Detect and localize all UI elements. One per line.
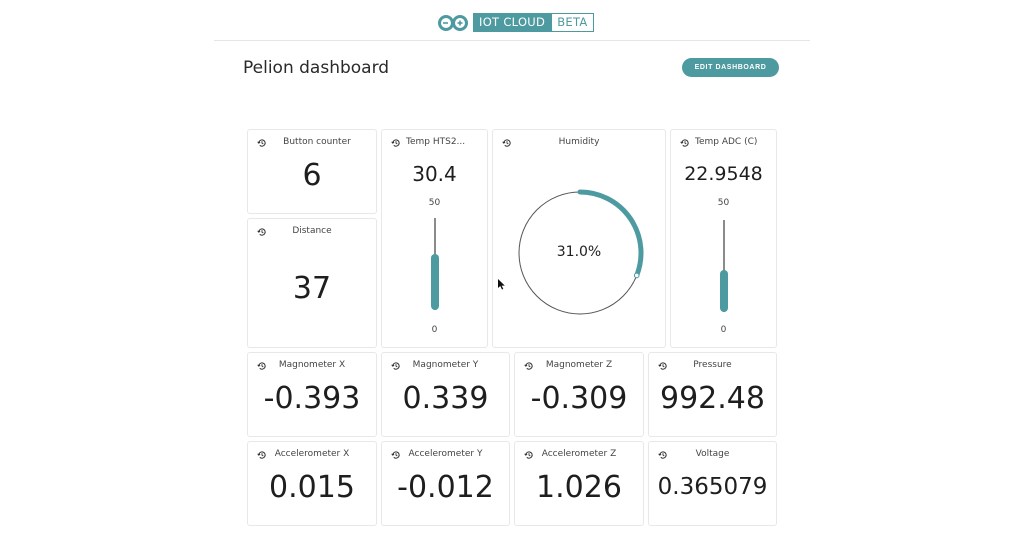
widget-title: Distance xyxy=(292,226,332,236)
widget-humidity[interactable]: Humidity 31.0% xyxy=(492,129,666,348)
gauge-min-label: 0 xyxy=(720,325,727,335)
thermometer-fill xyxy=(720,269,728,312)
widget-pressure[interactable]: Pressure 992.48 xyxy=(648,352,777,437)
widget-accelerometer-z[interactable]: Accelerometer Z 1.026 xyxy=(514,441,644,526)
widget-title: Temp ADC (C) xyxy=(695,137,758,147)
widget-magnometer-x[interactable]: Magnometer X -0.393 xyxy=(247,352,377,437)
edit-dashboard-button[interactable]: EDIT DASHBOARD xyxy=(682,58,779,77)
widget-accelerometer-x[interactable]: Accelerometer X 0.015 xyxy=(247,441,377,526)
widget-value: 0.339 xyxy=(402,381,489,416)
widget-distance[interactable]: Distance 37 xyxy=(247,218,377,348)
widget-title: Humidity xyxy=(558,137,600,147)
widget-value: -0.393 xyxy=(263,381,361,416)
logo-text: IOT CLOUD xyxy=(473,13,552,32)
widget-title: Pressure xyxy=(693,360,732,370)
widget-value: 1.026 xyxy=(536,470,622,505)
widget-magnometer-y[interactable]: Magnometer Y 0.339 xyxy=(381,352,510,437)
widget-title: Button counter xyxy=(283,137,351,147)
widget-value: 6 xyxy=(302,158,322,193)
widget-title: Voltage xyxy=(695,449,730,459)
gauge-max-label: 50 xyxy=(428,198,441,208)
widget-accelerometer-y[interactable]: Accelerometer Y -0.012 xyxy=(381,441,510,526)
history-icon[interactable] xyxy=(680,138,690,148)
thermometer-fill xyxy=(431,254,439,310)
widget-title: Accelerometer Y xyxy=(408,449,483,459)
widget-value: 37 xyxy=(292,271,332,306)
widget-value: -0.309 xyxy=(530,381,628,416)
widget-title: Accelerometer Z xyxy=(541,449,617,459)
gauge-arc xyxy=(577,189,644,278)
iot-cloud-logo[interactable]: IOT CLOUD BETA xyxy=(437,13,594,32)
gauge-knob xyxy=(633,272,640,279)
widget-title: Magnometer X xyxy=(278,360,346,370)
widget-temp-adc[interactable]: Temp ADC (C) 22.9548 50 0 xyxy=(670,129,777,348)
gauge-max-label: 50 xyxy=(717,198,730,208)
widget-value: -0.012 xyxy=(397,470,494,505)
history-icon[interactable] xyxy=(391,138,401,148)
widget-value: 30.4 xyxy=(412,162,457,186)
mouse-cursor-icon xyxy=(498,279,505,290)
widget-title: Magnometer Y xyxy=(412,360,479,370)
gauge-min-label: 0 xyxy=(431,325,438,335)
widget-title: Temp HTS2... xyxy=(406,137,466,147)
arduino-infinity-icon xyxy=(438,14,468,31)
widget-voltage[interactable]: Voltage 0.365079 xyxy=(648,441,777,526)
widget-value: 0.015 xyxy=(269,470,355,505)
page-title: Pelion dashboard xyxy=(243,58,390,78)
widget-magnometer-z[interactable]: Magnometer Z -0.309 xyxy=(514,352,644,437)
widget-temp-hts[interactable]: Temp HTS2... 30.4 50 0 xyxy=(381,129,488,348)
widget-title: Accelerometer X xyxy=(274,449,350,459)
widget-button-counter[interactable]: Button counter 6 xyxy=(247,129,377,214)
widget-value: 31.0% xyxy=(556,244,602,260)
beta-badge: BETA xyxy=(551,13,594,32)
widget-value: 22.9548 xyxy=(684,163,763,185)
widget-title: Magnometer Z xyxy=(545,360,613,370)
widget-value: 992.48 xyxy=(660,381,765,416)
widget-value: 0.365079 xyxy=(657,474,768,500)
